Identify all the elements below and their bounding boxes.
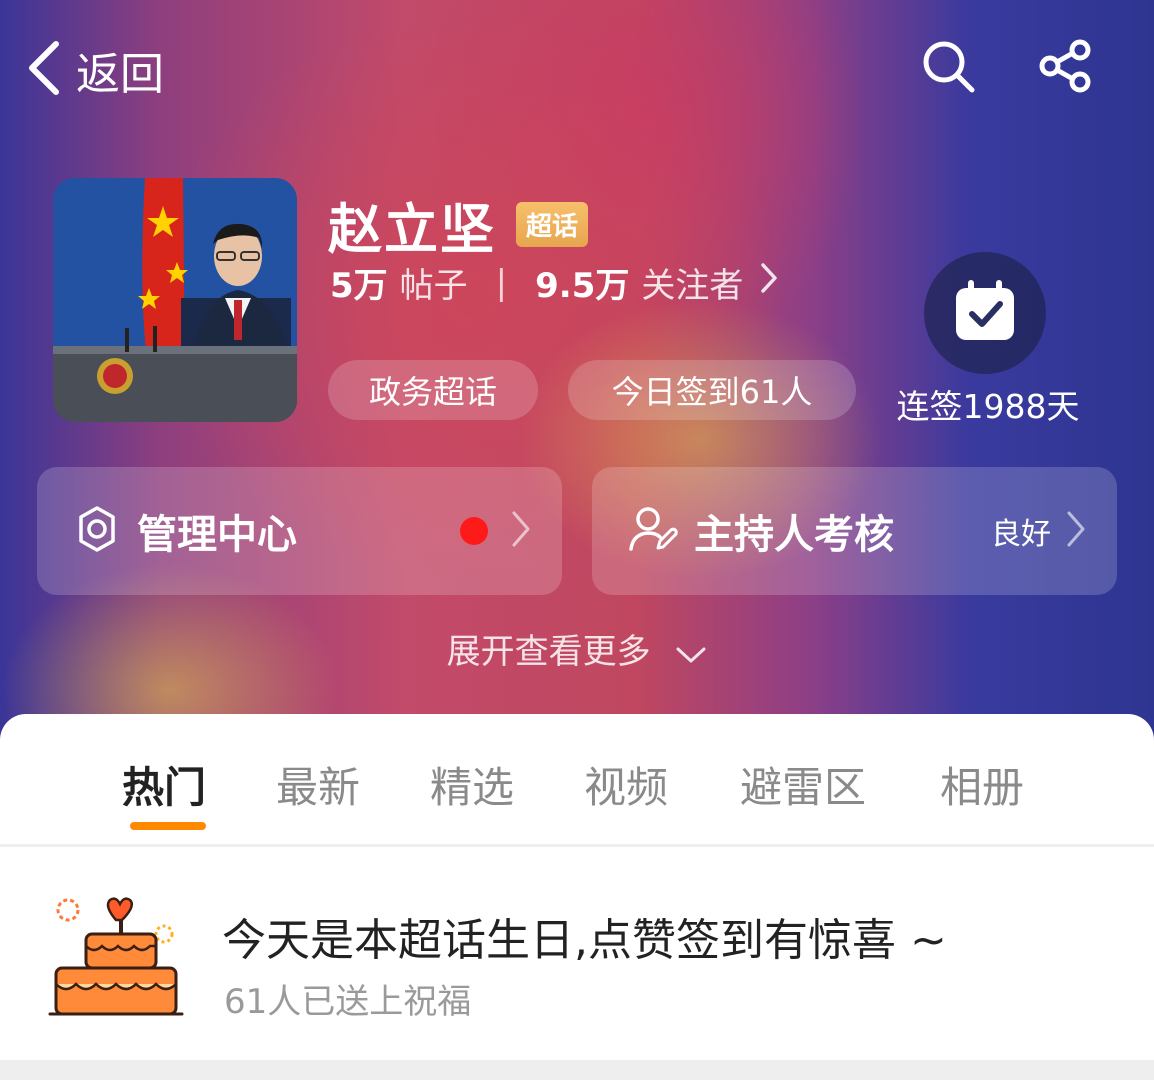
speaker-photo — [53, 178, 297, 422]
tab-video[interactable]: 视频 — [584, 754, 668, 815]
notice-subtitle: 61人已送上祝福 — [224, 982, 472, 1022]
active-tab-indicator — [130, 822, 206, 830]
notification-dot — [460, 517, 488, 545]
manage-center-card[interactable]: 管理中心 — [37, 467, 562, 595]
host-review-card[interactable]: 主持人考核 良好 — [592, 467, 1117, 595]
host-review-status: 良好 — [991, 517, 1051, 552]
tab-featured[interactable]: 精选 — [430, 754, 514, 815]
followers-label: 关注者 — [641, 266, 744, 306]
host-user-icon — [628, 504, 678, 558]
topic-header: 返回 赵立坚 超话 5万 帖子 | 9.5万 关注者 政务超话 今日签到61人 … — [0, 0, 1154, 740]
followers-count: 9.5万 — [535, 266, 630, 306]
content-panel: 热门 最新 精选 视频 避雷区 相册 今天是本超话生日,点赞签到有惊喜 ~ 61… — [0, 714, 1154, 1060]
chevron-left-icon — [24, 38, 64, 102]
tab-latest[interactable]: 最新 — [276, 754, 360, 815]
stats-divider: | — [495, 262, 508, 303]
birthday-notice[interactable]: 今天是本超话生日,点赞签到有惊喜 ~ 61人已送上祝福 — [0, 874, 1154, 1060]
topic-avatar[interactable] — [53, 178, 297, 422]
back-label: 返回 — [76, 49, 164, 100]
tag-signin-today[interactable]: 今日签到61人 — [568, 360, 856, 420]
expand-more-label: 展开查看更多 — [446, 632, 651, 672]
birthday-cake-icon — [46, 890, 186, 1024]
search-icon[interactable] — [920, 38, 976, 94]
super-topic-badge: 超话 — [516, 202, 589, 247]
tab-avoid-zone[interactable]: 避雷区 — [740, 754, 866, 815]
tab-bar: 热门 最新 精选 视频 避雷区 相册 — [0, 754, 1154, 814]
expand-more-button[interactable]: 展开查看更多 — [0, 624, 1154, 674]
chevron-right-icon — [510, 509, 532, 553]
divider — [0, 844, 1154, 847]
manage-center-label: 管理中心 — [137, 512, 297, 558]
notice-title: 今天是本超话生日,点赞签到有惊喜 ~ — [222, 915, 947, 966]
topic-title: 赵立坚 — [328, 198, 496, 261]
back-button[interactable]: 返回 — [24, 38, 164, 102]
posts-count: 5万 — [330, 266, 388, 306]
signin-streak: 连签1988天 — [896, 387, 1080, 426]
chevron-right-icon — [1065, 509, 1087, 553]
gear-icon — [73, 505, 121, 557]
signin-button[interactable] — [924, 252, 1046, 374]
tab-hot[interactable]: 热门 — [122, 754, 206, 815]
calendar-check-icon — [950, 276, 1020, 350]
share-icon[interactable] — [1038, 38, 1094, 94]
host-review-label: 主持人考核 — [694, 512, 894, 558]
bottom-separator — [0, 1060, 1154, 1080]
chevron-right-icon — [759, 261, 779, 304]
topic-stats[interactable]: 5万 帖子 | 9.5万 关注者 — [330, 258, 779, 307]
posts-label: 帖子 — [399, 266, 468, 306]
chevron-down-icon — [675, 634, 707, 674]
tag-gov-topic[interactable]: 政务超话 — [328, 360, 538, 420]
tab-album[interactable]: 相册 — [940, 754, 1024, 815]
